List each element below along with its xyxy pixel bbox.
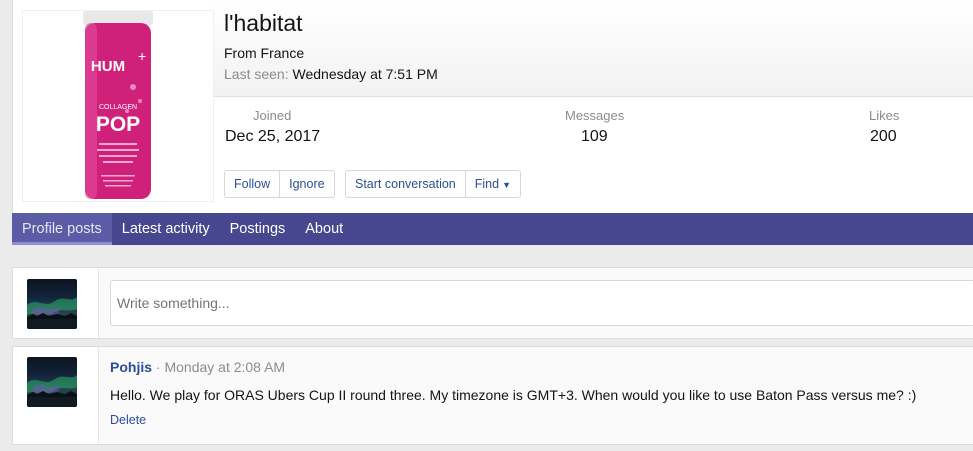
last-seen-label: Last seen: (224, 66, 289, 82)
write-something-input[interactable] (110, 280, 973, 326)
profile-last-seen: Last seen: Wednesday at 7:51 PM (224, 66, 438, 82)
stat-messages-label: Messages (565, 108, 625, 123)
stat-messages-value[interactable]: 109 (581, 128, 608, 146)
stat-joined-label: Joined (253, 108, 292, 123)
chevron-down-icon: ▼ (502, 180, 511, 190)
conversation-find-group: Start conversation Find ▼ (345, 170, 521, 198)
bottle-product-line: COLLAGEN (99, 104, 137, 111)
composer-avatar (27, 279, 77, 329)
post-author-avatar[interactable] (27, 357, 77, 407)
tab-postings[interactable]: Postings (220, 213, 296, 245)
post-author-link[interactable]: Pohjis (110, 359, 152, 375)
bottle-brand-text: HUM (91, 58, 125, 75)
profile-tabs: Profile posts Latest activity Postings A… (12, 213, 973, 245)
profile-post: Pohjis · Monday at 2:08 AM Hello. We pla… (12, 346, 973, 445)
tab-about[interactable]: About (295, 213, 353, 245)
post-composer (12, 267, 973, 339)
post-timestamp[interactable]: · Monday at 2:08 AM (156, 359, 285, 375)
aurora-image (27, 375, 77, 407)
svg-text:+: + (138, 48, 146, 64)
start-conversation-button[interactable]: Start conversation (346, 171, 466, 197)
find-button[interactable]: Find ▼ (466, 171, 520, 197)
bottle-product-name: POP (96, 113, 140, 136)
tab-latest-activity[interactable]: Latest activity (112, 213, 220, 245)
stat-joined-value: Dec 25, 2017 (225, 128, 321, 145)
profile-header-band (214, 0, 973, 97)
profile-location: From France (224, 45, 305, 61)
stat-likes-label: Likes (869, 108, 900, 123)
post-body: Hello. We play for ORAS Ubers Cup II rou… (110, 387, 917, 403)
aurora-image (27, 297, 77, 329)
profile-username: l'habitat (224, 10, 303, 36)
delete-link[interactable]: Delete (110, 413, 146, 427)
find-button-label: Find (474, 177, 500, 191)
post-meta: Pohjis · Monday at 2:08 AM (110, 359, 285, 375)
ignore-button[interactable]: Ignore (280, 171, 333, 197)
profile-avatar[interactable]: HUM + COLLAGEN POP (22, 10, 214, 202)
stat-likes-value[interactable]: 200 (870, 128, 897, 146)
follow-button[interactable]: Follow (225, 171, 281, 197)
hum-bottle-image: HUM + COLLAGEN POP (83, 11, 153, 199)
follow-ignore-group: Follow Ignore (224, 170, 335, 198)
last-seen-value: Wednesday at 7:51 PM (292, 66, 438, 82)
tab-profile-posts[interactable]: Profile posts (12, 213, 112, 245)
